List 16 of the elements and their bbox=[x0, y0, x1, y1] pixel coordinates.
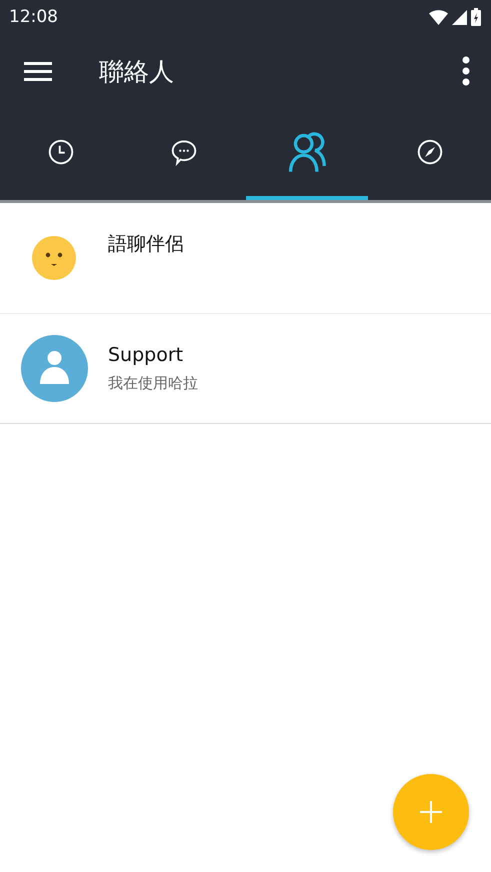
add-button[interactable] bbox=[393, 774, 469, 850]
contact-status: 我在使用哈拉 bbox=[108, 374, 198, 393]
contact-row[interactable]: Support 我在使用哈拉 bbox=[0, 314, 491, 424]
contact-name: Support bbox=[108, 344, 184, 366]
wifi-icon bbox=[429, 10, 448, 24]
contact-name: 語聊伴侶 bbox=[108, 232, 184, 257]
signal-icon bbox=[452, 10, 467, 24]
battery-icon bbox=[471, 8, 481, 26]
plus-icon bbox=[420, 801, 442, 823]
screen-title: 聯絡人 bbox=[99, 56, 175, 88]
menu-icon[interactable] bbox=[24, 61, 52, 81]
contact-row[interactable]: 語聊伴侶 bbox=[0, 203, 491, 314]
status-time: 12:08 bbox=[9, 7, 58, 27]
smiley-avatar-icon bbox=[32, 236, 76, 280]
person-avatar-icon bbox=[20, 335, 88, 402]
more-options-icon[interactable] bbox=[461, 56, 471, 86]
